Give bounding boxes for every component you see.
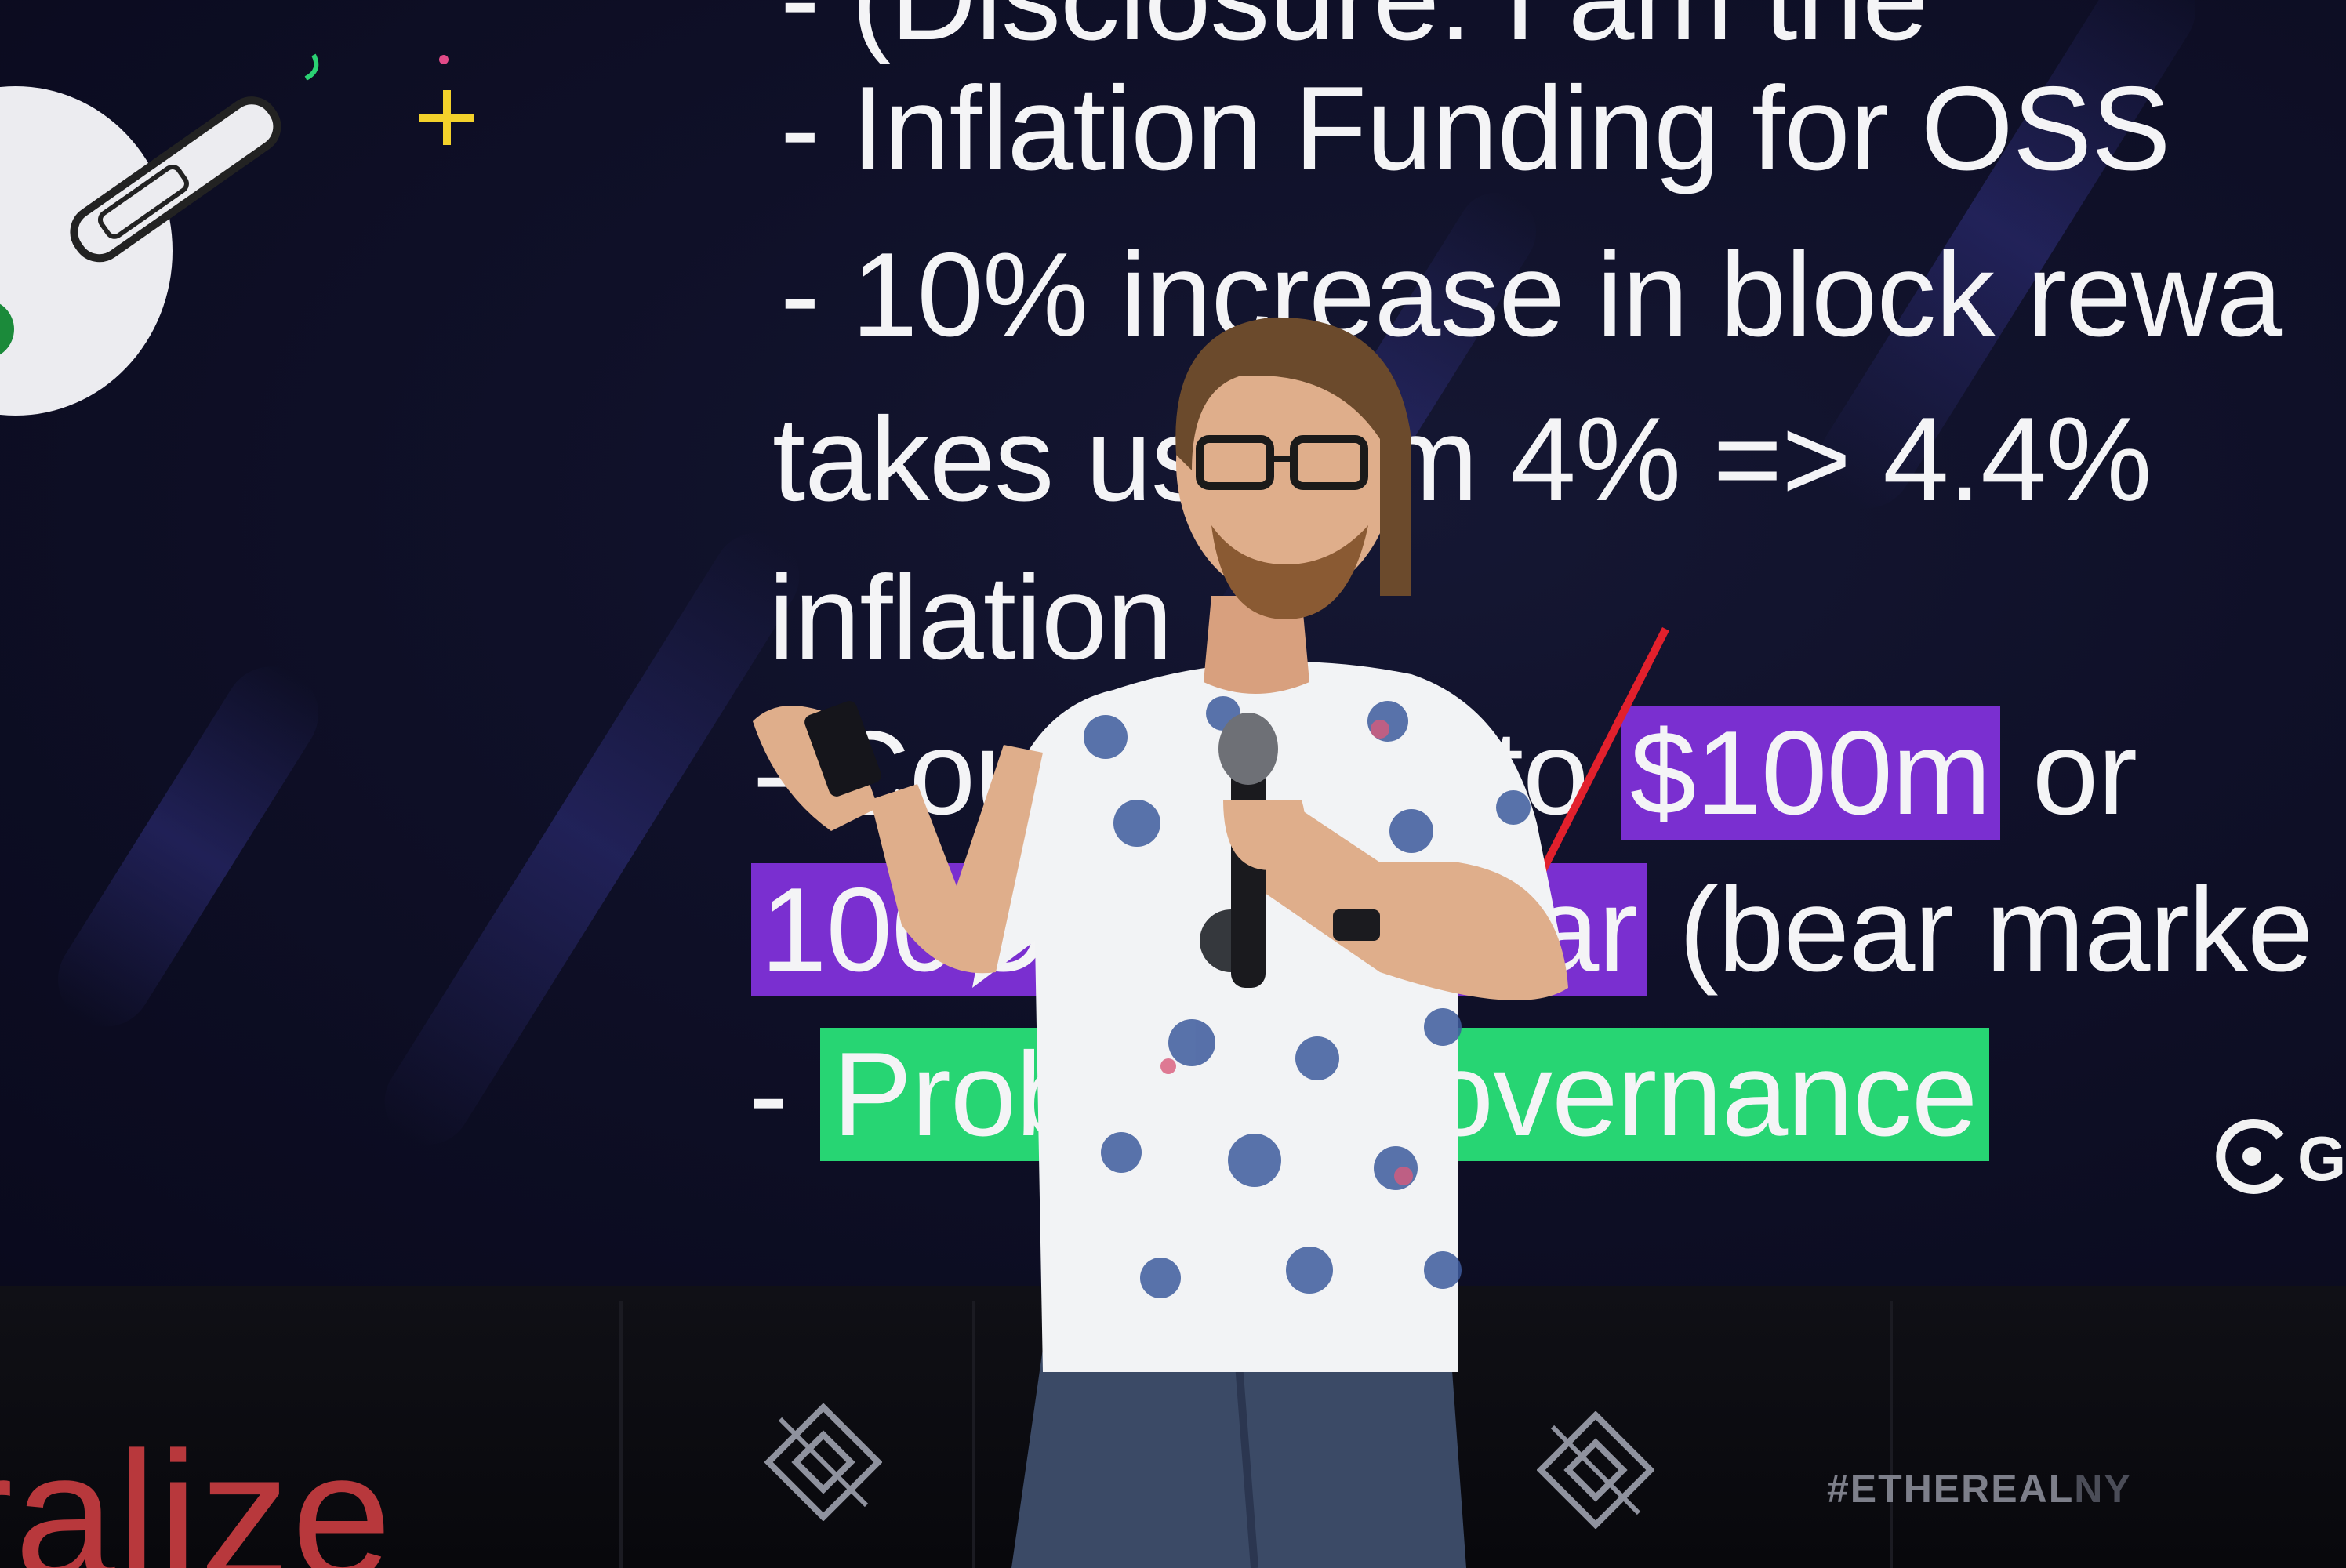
photo-scene: - (Disclosure: I am the - Inflation Fund…	[0, 0, 2346, 1568]
presenter	[753, 317, 1568, 1568]
